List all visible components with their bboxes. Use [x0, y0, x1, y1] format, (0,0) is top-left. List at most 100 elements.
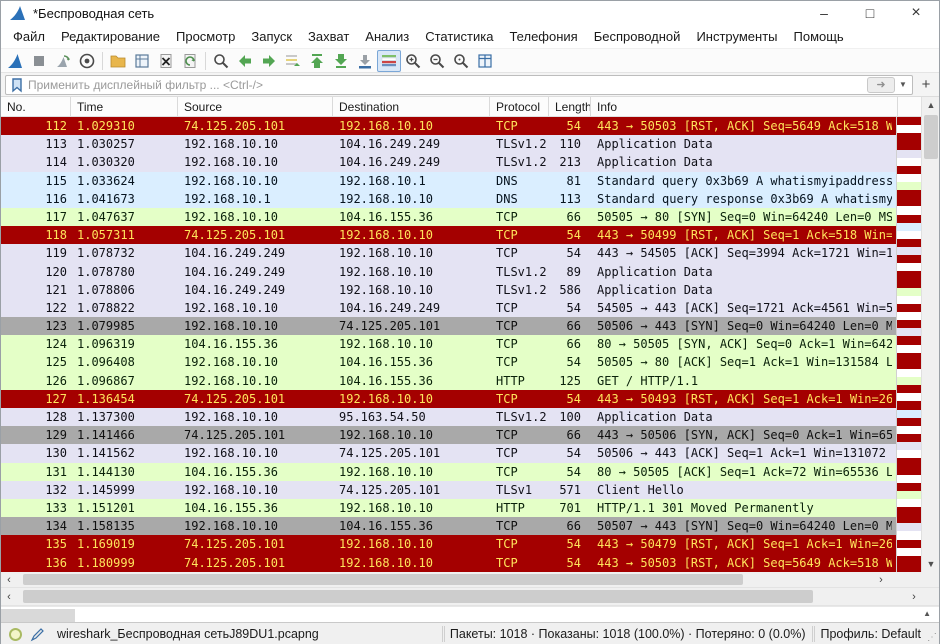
minimap-stripe [897, 393, 921, 401]
intelligent-scrollbar-minimap[interactable] [896, 117, 921, 572]
packet-row[interactable]: 1271.13645474.125.205.101192.168.10.10TC… [1, 390, 939, 408]
scroll-up-arrow-icon[interactable]: ▲ [922, 97, 939, 113]
auto-scroll-icon[interactable] [353, 50, 377, 72]
add-filter-button[interactable]: + [917, 76, 935, 93]
expert-info-icon[interactable] [9, 628, 22, 641]
scroll-down-arrow-icon[interactable]: ▼ [922, 556, 939, 572]
packet-cell: 100 [549, 408, 591, 426]
menu-item-3[interactable]: Запуск [243, 26, 300, 47]
packet-row[interactable]: 1331.151201104.16.155.36192.168.10.10HTT… [1, 499, 939, 517]
menu-item-7[interactable]: Телефония [501, 26, 585, 47]
apply-filter-button[interactable]: ➜ [867, 77, 895, 93]
filter-dropdown-caret-icon[interactable]: ▼ [897, 80, 909, 89]
packet-row[interactable]: 1281.137300192.168.10.1095.163.54.50TLSv… [1, 408, 939, 426]
column-header-time[interactable]: Time [71, 97, 178, 116]
go-next-icon[interactable] [257, 50, 281, 72]
pane-up-arrow-icon[interactable]: ▲ [923, 609, 931, 618]
column-header-no[interactable]: No. [1, 97, 71, 116]
menu-item-4[interactable]: Захват [300, 26, 357, 47]
packet-row[interactable]: 1261.096867192.168.10.10104.16.155.36HTT… [1, 372, 939, 390]
display-filter-input[interactable] [28, 78, 867, 92]
column-header-info[interactable]: Info [591, 97, 898, 116]
capture-comment-icon[interactable] [30, 627, 45, 642]
go-previous-icon[interactable] [233, 50, 257, 72]
packet-row[interactable]: 1231.079985192.168.10.1074.125.205.101TC… [1, 317, 939, 335]
reload-file-icon[interactable] [178, 50, 202, 72]
packet-row[interactable]: 1301.141562192.168.10.1074.125.205.101TC… [1, 444, 939, 462]
go-last-icon[interactable] [329, 50, 353, 72]
column-header-length[interactable]: Length [549, 97, 591, 116]
packet-cell: 443 → 50503 [RST, ACK] Seq=5649 Ack=518 … [591, 554, 892, 572]
menu-item-6[interactable]: Статистика [417, 26, 501, 47]
menu-item-1[interactable]: Редактирование [53, 26, 168, 47]
column-header-source[interactable]: Source [178, 97, 333, 116]
menu-item-2[interactable]: Просмотр [168, 26, 243, 47]
save-file-icon[interactable] [130, 50, 154, 72]
menu-item-9[interactable]: Инструменты [688, 26, 785, 47]
stop-capture-icon[interactable] [27, 50, 51, 72]
packet-row[interactable]: 1351.16901974.125.205.101192.168.10.10TC… [1, 535, 939, 553]
start-capture-icon[interactable] [3, 50, 27, 72]
minimize-button[interactable]: – [801, 1, 847, 25]
zoom-out-icon[interactable] [425, 50, 449, 72]
scroll-right-arrow-icon[interactable]: › [873, 572, 889, 587]
menu-item-5[interactable]: Анализ [357, 26, 417, 47]
menu-item-0[interactable]: Файл [5, 26, 53, 47]
resize-columns-icon[interactable] [473, 50, 497, 72]
restart-capture-icon[interactable] [51, 50, 75, 72]
packet-row[interactable]: 1141.030320192.168.10.10104.16.249.249TL… [1, 153, 939, 171]
packet-row[interactable]: 1181.05731174.125.205.101192.168.10.10TC… [1, 226, 939, 244]
display-filter-box[interactable]: ➜ ▼ [5, 75, 913, 95]
profile-label[interactable]: Профиль: Default [820, 627, 921, 641]
status-divider[interactable] [812, 626, 813, 642]
zoom-in-icon[interactable] [401, 50, 425, 72]
horizontal-scroll-thumb-2[interactable] [23, 590, 813, 603]
column-header-protocol[interactable]: Protocol [490, 97, 549, 116]
status-divider[interactable] [442, 626, 443, 642]
packet-row[interactable]: 1361.18099974.125.205.101192.168.10.10TC… [1, 554, 939, 572]
packet-row[interactable]: 1341.158135192.168.10.10104.16.155.36TCP… [1, 517, 939, 535]
scroll-left-arrow-icon[interactable]: ‹ [1, 572, 17, 587]
packet-row[interactable]: 1291.14146674.125.205.101192.168.10.10TC… [1, 426, 939, 444]
go-to-packet-icon[interactable] [281, 50, 305, 72]
packet-row[interactable]: 1251.096408192.168.10.10104.16.155.36TCP… [1, 353, 939, 371]
vertical-scroll-thumb[interactable] [924, 115, 938, 159]
packet-row[interactable]: 1131.030257192.168.10.10104.16.249.249TL… [1, 135, 939, 153]
find-packet-icon[interactable] [209, 50, 233, 72]
column-header-destination[interactable]: Destination [333, 97, 490, 116]
packet-cell: 192.168.10.10 [333, 244, 490, 262]
maximize-button[interactable]: □ [847, 1, 893, 25]
packet-row[interactable]: 1171.047637192.168.10.10104.16.155.36TCP… [1, 208, 939, 226]
close-button[interactable]: × [893, 1, 939, 25]
packet-row[interactable]: 1241.096319104.16.155.36192.168.10.10TCP… [1, 335, 939, 353]
close-file-icon[interactable] [154, 50, 178, 72]
resize-grip[interactable]: ⋰ [927, 632, 937, 643]
packet-cell: 192.168.10.10 [333, 263, 490, 281]
packet-row[interactable]: 1121.02931074.125.205.101192.168.10.10TC… [1, 117, 939, 135]
scroll-right-arrow-icon[interactable]: › [906, 588, 922, 605]
packet-row[interactable]: 1151.033624192.168.10.10192.168.10.1DNS8… [1, 172, 939, 190]
filter-bookmark-icon[interactable] [9, 77, 25, 93]
colorize-icon[interactable] [377, 50, 401, 72]
packet-row[interactable]: 1161.041673192.168.10.1192.168.10.10DNS1… [1, 190, 939, 208]
packet-row[interactable]: 1211.078806104.16.249.249192.168.10.10TL… [1, 281, 939, 299]
packet-row[interactable]: 1311.144130104.16.155.36192.168.10.10TCP… [1, 463, 939, 481]
horizontal-scroll-thumb-1[interactable] [23, 574, 743, 585]
packet-row[interactable]: 1201.078780104.16.249.249192.168.10.10TL… [1, 263, 939, 281]
horizontal-scrollbar-1[interactable]: ‹ › [1, 572, 939, 588]
vertical-scrollbar[interactable]: ▲ ▼ [921, 97, 939, 572]
packet-cell: 1.137300 [71, 408, 178, 426]
zoom-normal-icon[interactable] [449, 50, 473, 72]
packet-row[interactable]: 1321.145999192.168.10.1074.125.205.101TL… [1, 481, 939, 499]
menu-item-8[interactable]: Беспроводной [586, 26, 689, 47]
packet-row[interactable]: 1221.078822192.168.10.10104.16.249.249TC… [1, 299, 939, 317]
open-file-icon[interactable] [106, 50, 130, 72]
capture-options-icon[interactable] [75, 50, 99, 72]
go-first-icon[interactable] [305, 50, 329, 72]
scroll-left-arrow-icon[interactable]: ‹ [1, 588, 17, 605]
packet-row[interactable]: 1191.078732104.16.249.249192.168.10.10TC… [1, 244, 939, 262]
menu-item-10[interactable]: Помощь [786, 26, 852, 47]
horizontal-scrollbar-2[interactable]: ‹ › [1, 588, 939, 606]
pane-handle[interactable] [1, 609, 75, 622]
capture-filename[interactable]: wireshark_Беспроводная сетьJ89DU1.pcapng [57, 627, 319, 641]
